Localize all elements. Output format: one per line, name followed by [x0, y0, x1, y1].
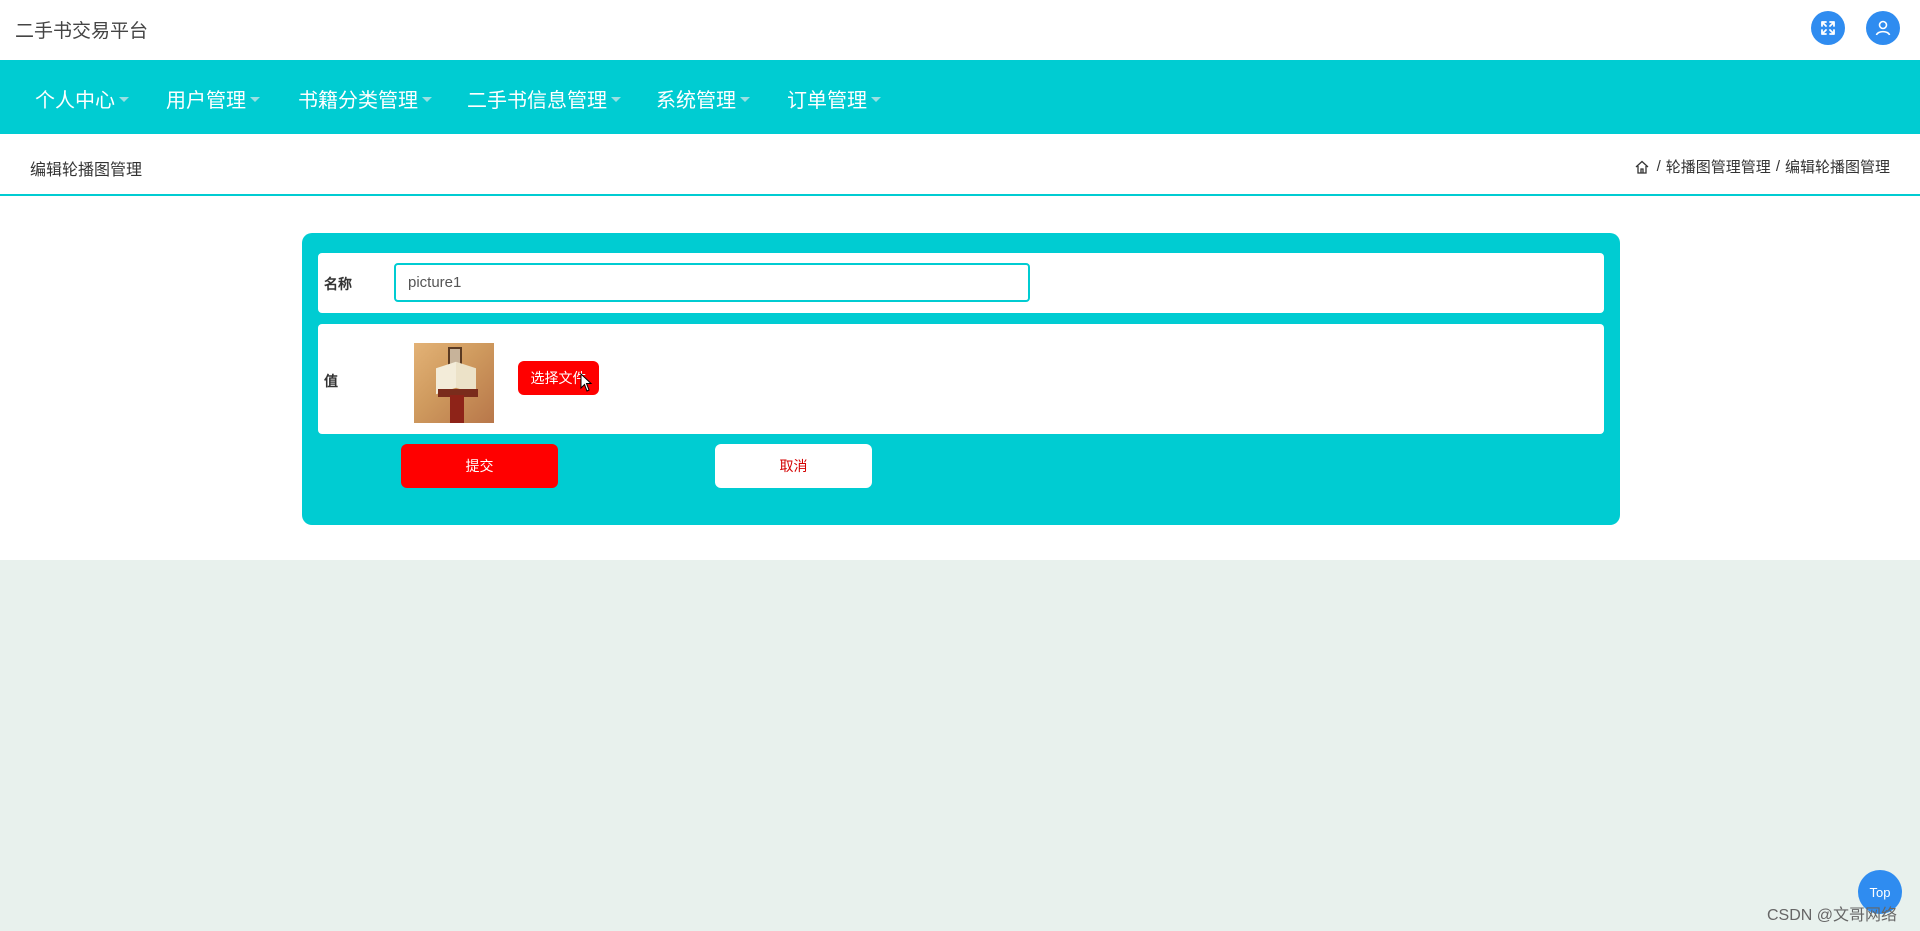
caret-down-icon: [119, 97, 129, 102]
nav-item-personal-center[interactable]: 个人中心: [35, 84, 129, 113]
nav-item-book-category[interactable]: 书籍分类管理: [298, 84, 432, 113]
value-label: 值: [324, 373, 338, 389]
breadcrumb-separator: /: [1656, 158, 1661, 175]
nav-item-label: 系统管理: [656, 88, 736, 112]
caret-down-icon: [250, 97, 260, 102]
caret-down-icon: [871, 97, 881, 102]
name-row: 名称: [318, 253, 1604, 313]
user-glyph: [1875, 20, 1891, 36]
page-header-bar: 编辑轮播图管理 / 轮播图管理管理 / 编辑轮播图管理: [0, 134, 1920, 196]
breadcrumb-item-current: 编辑轮播图管理: [1784, 159, 1890, 176]
cancel-button[interactable]: 取消: [715, 444, 872, 488]
nav-item-label: 个人中心: [35, 88, 115, 112]
name-label: 名称: [324, 276, 352, 292]
submit-button[interactable]: 提交: [401, 444, 558, 488]
nav-item-used-book-info[interactable]: 二手书信息管理: [467, 84, 621, 113]
breadcrumb-separator: /: [1775, 158, 1780, 175]
app-title: 二手书交易平台: [15, 21, 149, 42]
user-icon[interactable]: [1866, 11, 1900, 45]
nav-item-system[interactable]: 系统管理: [656, 84, 750, 113]
main-nav: 个人中心 用户管理 书籍分类管理 二手书信息管理 系统管理 订单管理: [0, 60, 1920, 134]
caret-down-icon: [740, 97, 750, 102]
page-title: 编辑轮播图管理: [30, 162, 143, 179]
nav-item-orders[interactable]: 订单管理: [787, 84, 881, 113]
nav-item-user-management[interactable]: 用户管理: [166, 84, 260, 113]
nav-item-label: 书籍分类管理: [298, 88, 418, 112]
breadcrumb: / 轮播图管理管理 / 编辑轮播图管理: [1634, 156, 1890, 177]
name-input[interactable]: [394, 263, 1030, 302]
caret-down-icon: [611, 97, 621, 102]
nav-item-label: 订单管理: [787, 88, 867, 112]
content-page: 编辑轮播图管理 / 轮播图管理管理 / 编辑轮播图管理 名称 值 选择文件: [0, 134, 1920, 560]
fullscreen-icon[interactable]: [1811, 11, 1845, 45]
edit-form: 名称 值 选择文件 提交 取消: [302, 233, 1620, 525]
mouse-cursor-icon: [580, 373, 593, 392]
top-header: 二手书交易平台: [0, 0, 1920, 60]
watermark: CSDN @文哥网络: [1767, 907, 1898, 924]
fullscreen-glyph: [1821, 21, 1835, 35]
breadcrumb-item-carousel[interactable]: 轮播图管理管理: [1666, 156, 1771, 177]
preview-post: [450, 395, 464, 423]
value-row: 值 选择文件: [318, 324, 1604, 434]
caret-down-icon: [422, 97, 432, 102]
nav-item-label: 二手书信息管理: [467, 88, 607, 112]
image-preview: [414, 343, 494, 423]
nav-item-label: 用户管理: [166, 88, 246, 112]
home-icon[interactable]: [1634, 159, 1650, 175]
